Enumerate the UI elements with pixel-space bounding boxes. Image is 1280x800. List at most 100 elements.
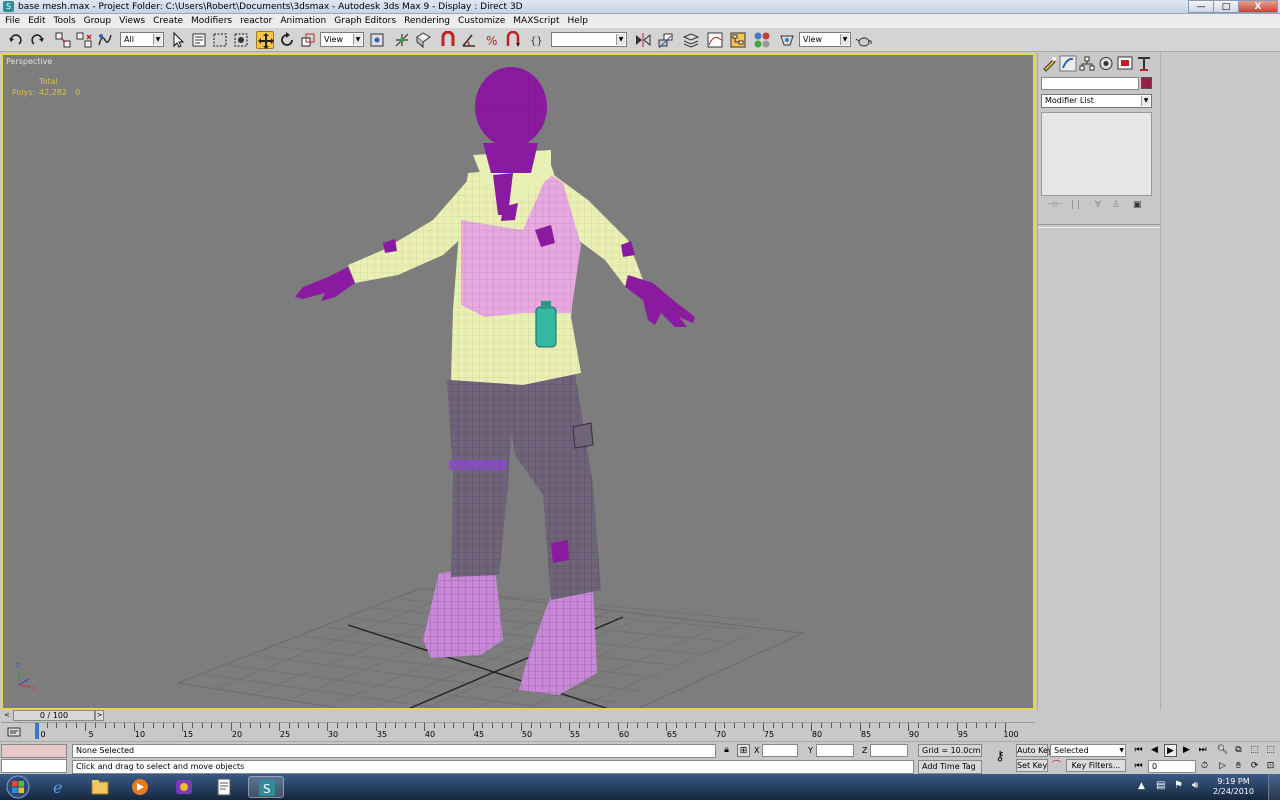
pan-view-icon[interactable]: ✋︎ [1232,760,1245,773]
create-tab-icon[interactable] [1040,55,1058,72]
3ds-max-icon[interactable]: S [3,1,14,12]
volume-icon[interactable]: 🔊︎ [1192,780,1198,791]
time-configuration-icon[interactable]: ⏱ [1198,760,1211,773]
render-type-dropdown[interactable]: View ▼ [799,32,851,47]
menu-maxscript[interactable]: MAXScript [512,14,563,28]
layer-manager-icon[interactable] [682,31,700,49]
set-key-button[interactable]: Set Key [1016,759,1048,772]
zoom-all-icon[interactable]: ⧉ [1232,744,1245,757]
lock-icon[interactable]: 🔒︎ [720,744,733,757]
next-frame-arrow-icon[interactable]: > [95,710,104,721]
perspective-viewport[interactable]: z x Perspective Total Polys: 42,282 0 [1,53,1035,710]
hierarchy-tab-icon[interactable] [1078,55,1096,72]
select-object-icon[interactable] [169,31,187,49]
configure-modifier-sets-icon[interactable]: ▣ [1133,200,1142,210]
zoom-extents-icon[interactable]: ⬚ [1248,744,1261,757]
mirror-icon[interactable] [634,31,652,49]
z-coordinate-field[interactable] [870,744,908,757]
selection-filter-dropdown[interactable]: All ▼ [120,32,164,47]
modifier-stack[interactable] [1041,112,1152,196]
show-desktop-button[interactable] [1268,774,1280,800]
object-name-field[interactable] [1041,77,1139,90]
menu-group[interactable]: Group [83,14,115,28]
edit-named-selection-icon[interactable]: {} [528,31,546,49]
render-scene-icon[interactable] [778,31,796,49]
menu-file[interactable]: File [4,14,24,28]
clock[interactable]: 9:19 PM 2/24/2010 [1213,777,1254,797]
field-of-view-icon[interactable]: ▷ [1216,760,1229,773]
key-icon[interactable]: ⚷ [990,750,1010,763]
go-to-end-icon[interactable]: ⏭ [1196,744,1209,757]
angle-snap-icon[interactable] [460,31,478,49]
schematic-view-icon[interactable] [729,31,747,49]
previous-frame-icon[interactable]: ◀ [1148,744,1161,757]
menu-edit[interactable]: Edit [27,14,49,28]
curve-editor-icon[interactable] [706,31,724,49]
add-time-tag-button[interactable]: Add Time Tag [918,760,982,774]
play-icon[interactable]: ▶ [1164,744,1177,757]
spinner-snap-icon[interactable] [504,31,522,49]
select-and-scale-icon[interactable] [299,31,317,49]
undo-icon[interactable] [7,31,25,49]
maxscript-listener-mini[interactable] [1,744,67,758]
taskbar-media-player-button[interactable] [122,776,158,798]
viewport-label[interactable]: Perspective [6,57,52,66]
pin-stack-icon[interactable]: ⊣⊢ [1047,200,1063,210]
time-slider-handle[interactable]: 0 / 100 [13,710,95,721]
track-ruler[interactable]: 0 5 10 15 20 25 30 35 40 45 50 55 60 65 70 75 80 85 90 95 10… [37,723,1019,741]
taskbar-notepad-button[interactable] [206,776,242,798]
material-editor-icon[interactable] [753,31,771,49]
time-slider[interactable]: < 0 / 100 > [1,710,1035,722]
menu-rendering[interactable]: Rendering [403,14,454,28]
bind-to-space-warp-icon[interactable] [96,31,114,49]
maxscript-input-mini[interactable] [1,759,67,773]
object-color-swatch[interactable] [1141,77,1152,89]
key-filters-button[interactable]: Key Filters... [1066,759,1126,772]
x-coordinate-field[interactable] [762,744,798,757]
menu-customize[interactable]: Customize [457,14,509,28]
menu-views[interactable]: Views [118,14,149,28]
redo-icon[interactable] [28,31,46,49]
utilities-tab-icon[interactable] [1135,55,1153,72]
key-mode-toggle-icon[interactable]: ⏮ [1132,760,1145,773]
select-and-move-icon[interactable] [256,31,274,49]
menu-graph-editors[interactable]: Graph Editors [333,14,400,28]
close-button[interactable]: X [1238,0,1278,13]
menu-tools[interactable]: Tools [53,14,80,28]
reference-coordinate-dropdown[interactable]: View ▼ [320,32,364,47]
percent-snap-icon[interactable]: % [483,31,501,49]
zoom-icon[interactable]: 🔍︎ [1216,744,1229,757]
window-crossing-icon[interactable] [232,31,250,49]
open-mini-curve-editor-icon[interactable] [7,726,21,738]
maximize-viewport-icon[interactable]: ⊡ [1264,760,1277,773]
current-frame-field[interactable]: 0 [1148,760,1196,773]
y-coordinate-field[interactable] [816,744,854,757]
select-by-name-icon[interactable] [190,31,208,49]
absolute-mode-transform-icon[interactable]: ⊞ [737,744,750,757]
arc-rotate-icon[interactable]: ⟳ [1248,760,1261,773]
quick-render-teapot-icon[interactable] [855,31,873,49]
unlink-selection-icon[interactable] [75,31,93,49]
snaps-toggle-icon[interactable] [439,31,457,49]
pivot-center-icon[interactable] [368,31,386,49]
rectangular-selection-icon[interactable] [211,31,229,49]
menu-help[interactable]: Help [566,14,592,28]
zoom-extents-all-icon[interactable]: ⬚ [1264,744,1277,757]
remove-modifier-icon[interactable]: ♙ [1112,200,1120,210]
taskbar-explorer-button[interactable] [82,776,118,798]
keyboard-shortcut-override-icon[interactable] [414,31,432,49]
go-to-start-icon[interactable]: ⏮ [1132,744,1145,757]
select-and-manipulate-icon[interactable] [393,31,411,49]
modifier-list-dropdown[interactable]: Modifier List ▼ [1041,94,1152,108]
viewport-scene[interactable]: z x [3,55,1033,708]
modify-tab-icon[interactable] [1059,55,1077,72]
character-mesh[interactable] [295,67,695,695]
maximize-button[interactable]: □ [1213,0,1239,13]
auto-key-button[interactable]: Auto Key [1016,744,1053,757]
named-selection-dropdown[interactable]: ▼ [551,32,627,47]
make-unique-icon[interactable]: ∀ [1095,200,1101,210]
motion-tab-icon[interactable] [1097,55,1115,72]
start-button[interactable] [3,774,33,800]
menu-modifiers[interactable]: Modifiers [190,14,236,28]
taskbar-3dsmax-button[interactable]: S [248,776,284,798]
